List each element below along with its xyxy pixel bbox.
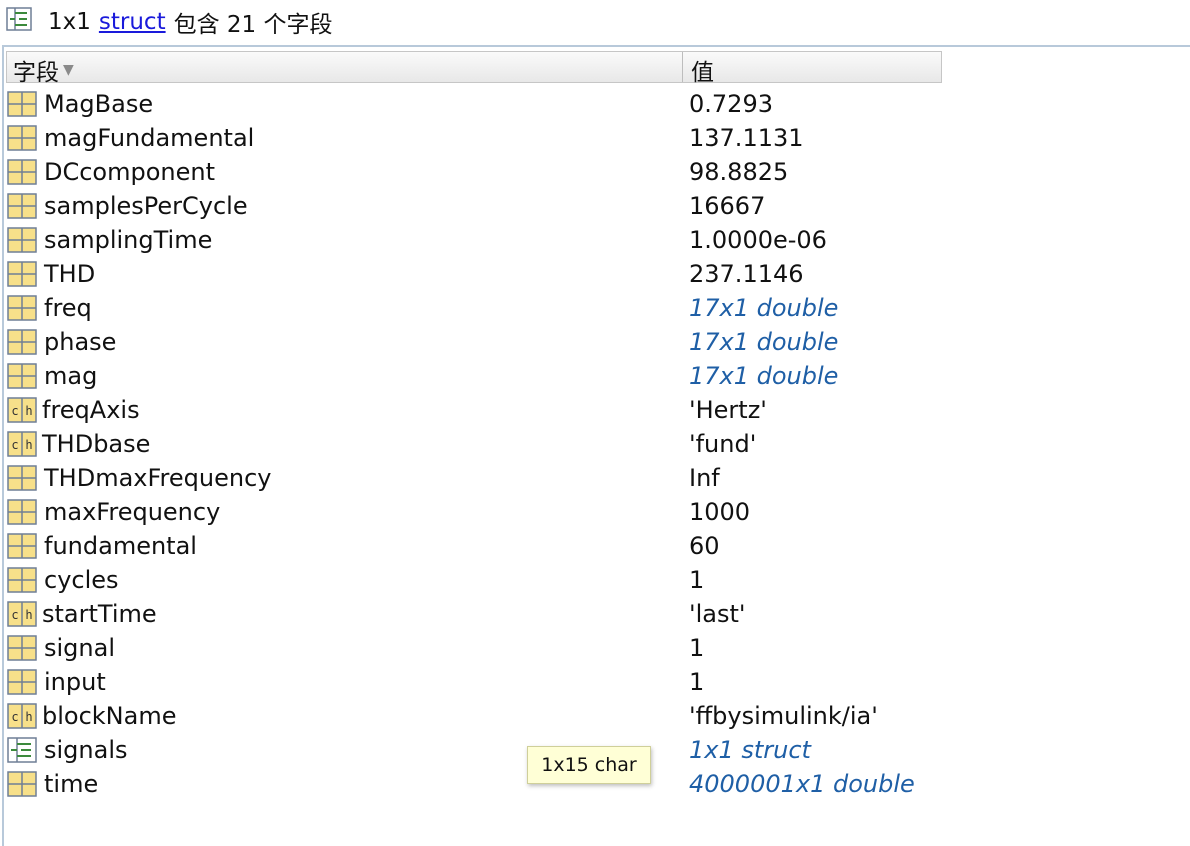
field-name[interactable]: samplingTime — [44, 223, 212, 257]
sort-desc-icon[interactable]: ▼ — [63, 62, 74, 78]
field-name[interactable]: freq — [44, 291, 92, 325]
numeric-array-icon — [7, 771, 37, 806]
field-name[interactable]: signal — [44, 631, 115, 665]
field-name[interactable]: freqAxis — [42, 393, 140, 427]
field-name[interactable]: fundamental — [44, 529, 197, 563]
table-row[interactable]: c h THDbase 'fund' — [4, 427, 1184, 461]
svg-text:c: c — [11, 710, 18, 724]
struct-icon — [6, 7, 32, 37]
field-value[interactable]: Inf — [689, 461, 720, 495]
field-value[interactable]: 17x1 double — [689, 291, 838, 325]
struct-field-table: 字段 ▼ 值 MagBase 0.7293 magFundamental 137.11… — [2, 45, 1190, 846]
field-name[interactable]: input — [44, 665, 106, 699]
table-row[interactable]: freq 17x1 double — [4, 291, 1184, 325]
variable-header: 1x1 struct 包含 21 个字段 — [0, 0, 1190, 44]
svg-text:c: c — [11, 438, 18, 452]
field-name[interactable]: maxFrequency — [44, 495, 220, 529]
field-name[interactable]: THDbase — [42, 427, 150, 461]
table-row[interactable]: phase 17x1 double — [4, 325, 1184, 359]
field-name[interactable]: signals — [44, 733, 128, 767]
field-value[interactable]: 1x1 struct — [689, 733, 811, 767]
field-value[interactable]: 1 — [689, 563, 704, 597]
field-name[interactable]: blockName — [42, 699, 176, 733]
table-row[interactable]: c h startTime 'last' — [4, 597, 1184, 631]
table-row[interactable]: MagBase 0.7293 — [4, 87, 1184, 121]
field-value[interactable]: 1.0000e-06 — [689, 223, 827, 257]
field-column-label: 字段 — [13, 60, 59, 86]
field-value[interactable]: 60 — [689, 529, 720, 563]
field-value[interactable]: 0.7293 — [689, 87, 773, 121]
field-name[interactable]: phase — [44, 325, 116, 359]
field-name[interactable]: startTime — [42, 597, 157, 631]
field-value[interactable]: 'Hertz' — [689, 393, 767, 427]
column-divider[interactable] — [682, 52, 683, 82]
svg-text:c: c — [11, 404, 18, 418]
field-name[interactable]: cycles — [44, 563, 119, 597]
field-name[interactable]: DCcomponent — [44, 155, 215, 189]
field-name[interactable]: mag — [44, 359, 97, 393]
field-name[interactable]: samplesPerCycle — [44, 189, 248, 223]
field-value[interactable]: 1000 — [689, 495, 750, 529]
table-row[interactable]: magFundamental 137.1131 — [4, 121, 1184, 155]
field-name[interactable]: time — [44, 767, 98, 801]
svg-text:h: h — [25, 404, 32, 418]
table-row[interactable]: c h blockName 'ffbysimulink/ia' — [4, 699, 1184, 733]
field-value[interactable]: 'ffbysimulink/ia' — [689, 699, 878, 733]
field-value[interactable]: 'last' — [689, 597, 745, 631]
table-row[interactable]: THD 237.1146 — [4, 257, 1184, 291]
struct-link[interactable]: struct — [99, 9, 166, 35]
header-field-count: 包含 21 个字段 — [173, 12, 333, 38]
table-row[interactable]: DCcomponent 98.8825 — [4, 155, 1184, 189]
svg-text:c: c — [11, 608, 18, 622]
field-value[interactable]: 98.8825 — [689, 155, 788, 189]
field-value[interactable]: 17x1 double — [689, 359, 838, 393]
table-row[interactable]: mag 17x1 double — [4, 359, 1184, 393]
field-column-header[interactable]: 字段 ▼ — [13, 53, 74, 87]
table-row[interactable]: signal 1 — [4, 631, 1184, 665]
field-name[interactable]: THD — [44, 257, 95, 291]
field-value[interactable]: 4000001x1 double — [689, 767, 915, 801]
field-name[interactable]: magFundamental — [44, 121, 254, 155]
svg-text:h: h — [25, 438, 32, 452]
header-size: 1x1 — [48, 9, 91, 35]
field-value[interactable]: 17x1 double — [689, 325, 838, 359]
table-row[interactable]: cycles 1 — [4, 563, 1184, 597]
field-name[interactable]: THDmaxFrequency — [44, 461, 271, 495]
field-value[interactable]: 137.1131 — [689, 121, 804, 155]
field-value[interactable]: 1 — [689, 631, 704, 665]
value-column-label: 值 — [691, 60, 714, 86]
svg-text:h: h — [25, 608, 32, 622]
table-row[interactable]: THDmaxFrequency Inf — [4, 461, 1184, 495]
svg-text:h: h — [25, 710, 32, 724]
field-value[interactable]: 'fund' — [689, 427, 756, 461]
tooltip: 1x15 char — [527, 746, 651, 784]
field-value[interactable]: 1 — [689, 665, 704, 699]
table-header: 字段 ▼ 值 — [6, 51, 942, 86]
table-row[interactable]: samplingTime 1.0000e-06 — [4, 223, 1184, 257]
table-row[interactable]: maxFrequency 1000 — [4, 495, 1184, 529]
table-row[interactable]: input 1 — [4, 665, 1184, 699]
value-column-header[interactable]: 值 — [691, 53, 714, 87]
field-value[interactable]: 237.1146 — [689, 257, 804, 291]
table-row[interactable]: c h freqAxis 'Hertz' — [4, 393, 1184, 427]
table-row[interactable]: samplesPerCycle 16667 — [4, 189, 1184, 223]
field-value[interactable]: 16667 — [689, 189, 765, 223]
table-row[interactable]: fundamental 60 — [4, 529, 1184, 563]
field-name[interactable]: MagBase — [44, 87, 153, 121]
